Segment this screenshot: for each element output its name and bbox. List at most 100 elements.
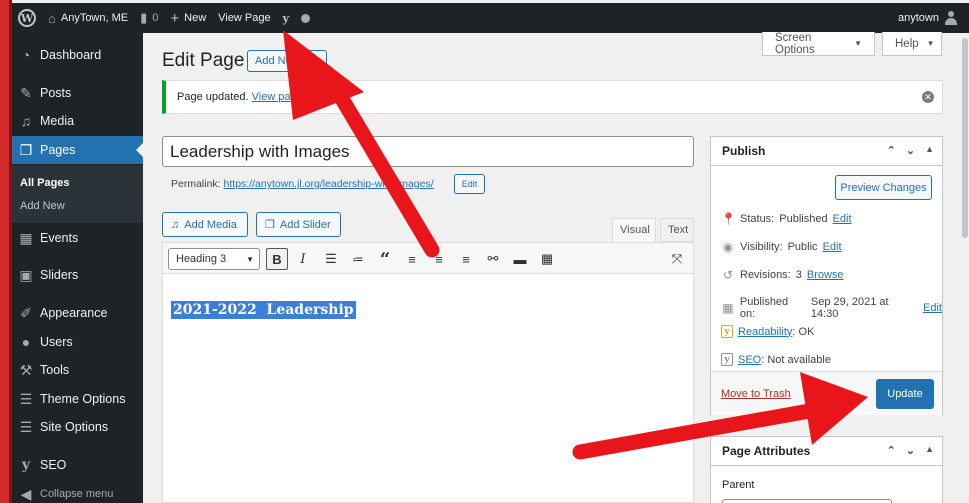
pages-icon: ❐: [19, 141, 33, 158]
triangle-up-icon[interactable]: ▲: [925, 444, 934, 457]
seo-link[interactable]: SEO: [738, 354, 761, 366]
published-date-row: ▦ Published on: Sep 29, 2021 at 14:30 Edit: [722, 296, 942, 320]
bullet-list-button[interactable]: ☰: [320, 248, 342, 270]
sidebar-item-theme-options[interactable]: ☰ Theme Options: [12, 385, 143, 413]
calendar-icon: ▦: [722, 301, 734, 315]
page-attributes-header: Page Attributes ⌃ ⌄ ▲: [711, 437, 942, 466]
publish-actions: Move to Trash Update: [711, 371, 942, 415]
pin-icon: 📍: [721, 212, 736, 226]
avatar-icon[interactable]: [945, 11, 957, 25]
numbered-list-button[interactable]: ≔: [347, 248, 369, 270]
wrench-icon: ⚒: [19, 361, 33, 378]
sidebar-item-users[interactable]: ● Users: [12, 328, 143, 356]
dashboard-icon: ◔: [21, 47, 31, 63]
status-row: 📍 Status: Published Edit: [721, 212, 852, 226]
dismiss-icon[interactable]: ✕: [922, 91, 934, 103]
sidebar-item-pages[interactable]: ❐ Pages: [12, 136, 143, 164]
update-button[interactable]: Update: [876, 379, 934, 409]
italic-button[interactable]: I: [292, 248, 314, 270]
seo-status-dot[interactable]: [295, 3, 316, 33]
triangle-up-icon[interactable]: ▲: [925, 144, 934, 157]
post-title-input[interactable]: Leadership with Images: [162, 136, 694, 167]
home-icon: ⌂: [48, 10, 56, 26]
sidebar-item-appearance[interactable]: ✐ Appearance: [12, 299, 143, 327]
sidebar-item-media[interactable]: ♫ Media: [12, 107, 143, 135]
seo-row: y SEO: Not available: [721, 353, 831, 366]
visibility-row: ◉ Visibility: Public Edit: [722, 240, 842, 254]
publish-box: Publish ⌃ ⌄ ▲ Preview Changes 📍 Status: Pu…: [710, 136, 943, 415]
chevron-down-icon[interactable]: ⌄: [906, 444, 915, 457]
media-icon: ♫: [171, 218, 180, 231]
edit-visibility-link[interactable]: Edit: [823, 241, 842, 253]
sidebar-item-site-options[interactable]: ☰ Site Options: [12, 413, 143, 441]
add-media-button[interactable]: ♫ Add Media: [162, 212, 248, 237]
caret-down-icon: ▼: [926, 39, 935, 48]
help-button[interactable]: Help ▼: [882, 32, 942, 56]
wordpress-icon: W: [18, 9, 36, 27]
sidebar-item-seo[interactable]: y SEO: [12, 451, 143, 479]
media-icon: ♫: [20, 113, 32, 129]
tab-visual[interactable]: Visual: [612, 218, 656, 242]
toolbar-toggle-button[interactable]: ▦: [536, 248, 558, 270]
list-icon: ☰: [19, 390, 33, 407]
blockquote-button[interactable]: “: [374, 248, 396, 270]
add-slider-button[interactable]: ❐ Add Slider: [256, 212, 341, 237]
view-page-link[interactable]: View Page: [212, 3, 276, 33]
readability-row: y Readability: OK: [721, 325, 814, 338]
preview-changes-button[interactable]: Preview Changes: [835, 175, 932, 200]
tab-text[interactable]: Text: [660, 218, 694, 242]
parent-label: Parent: [722, 479, 755, 491]
yoast-menu[interactable]: y: [277, 3, 295, 33]
eye-icon: ◉: [722, 240, 734, 254]
permalink: Permalink: https://anytown.jl.org/leader…: [171, 178, 434, 190]
chevron-up-icon[interactable]: ⌃: [887, 444, 896, 457]
edit-permalink-button[interactable]: Edit: [454, 174, 485, 194]
sidebar-item-tools[interactable]: ⚒ Tools: [12, 356, 143, 384]
submenu-all-pages[interactable]: All Pages: [20, 177, 70, 189]
new-content-link[interactable]: + New: [164, 3, 212, 33]
align-center-button[interactable]: ≡: [428, 248, 450, 270]
status-dot-icon: [300, 13, 310, 23]
permalink-url[interactable]: https://anytown.jl.org/leadership-with-i…: [224, 178, 434, 190]
view-page-link[interactable]: View page: [252, 91, 303, 103]
yoast-icon: y: [282, 11, 289, 25]
site-name-link[interactable]: ⌂ AnyTown, ME: [42, 3, 134, 33]
comments-link[interactable]: ▮ 0: [134, 3, 164, 33]
parent-select[interactable]: [722, 499, 892, 503]
update-notice: Page updated. View page ✕: [162, 80, 943, 114]
sidebar-item-sliders[interactable]: ▣ Sliders: [12, 261, 143, 289]
add-new-page-button[interactable]: Add New: [247, 50, 327, 72]
collapse-icon: ◀: [20, 485, 32, 502]
sidebar-item-events[interactable]: ▦ Events: [12, 224, 143, 252]
move-to-trash-link[interactable]: Move to Trash: [721, 388, 791, 400]
admin-bar: W ⌂ AnyTown, ME ▮ 0 + New View Page y anyto…: [12, 3, 969, 33]
sidebar-item-posts[interactable]: ✎ Posts: [12, 79, 143, 107]
edit-date-link[interactable]: Edit: [923, 302, 942, 314]
chevron-up-icon[interactable]: ⌃: [887, 144, 896, 157]
scrollbar-thumb[interactable]: [962, 38, 968, 238]
list-icon: ☰: [19, 418, 33, 435]
wp-logo-button[interactable]: W: [12, 3, 42, 33]
editor-content-area[interactable]: 2021-2022 Leadership: [162, 274, 694, 503]
read-more-button[interactable]: ▬: [509, 248, 531, 270]
pin-icon: ✎: [20, 84, 32, 101]
revisions-row: ↺ Revisions: 3 Browse: [722, 268, 844, 282]
slides-icon: ▣: [19, 266, 33, 283]
username-link[interactable]: anytown: [898, 12, 939, 24]
bold-button[interactable]: B: [266, 248, 288, 270]
submenu-add-new[interactable]: Add New: [20, 200, 65, 212]
collapse-menu-button[interactable]: ◀ Collapse menu: [12, 480, 143, 503]
align-right-button[interactable]: ≡: [455, 248, 477, 270]
align-left-button[interactable]: ≡: [401, 248, 423, 270]
chevron-down-icon[interactable]: ⌄: [906, 144, 915, 157]
edit-status-link[interactable]: Edit: [833, 213, 852, 225]
readability-link[interactable]: Readability: [738, 326, 792, 338]
browse-revisions-link[interactable]: Browse: [807, 269, 844, 281]
fullscreen-button[interactable]: ⤧: [666, 248, 688, 270]
format-select[interactable]: Heading 3 ▼: [168, 248, 260, 270]
screen-options-button[interactable]: Screen Options ▼: [762, 32, 875, 56]
content-heading[interactable]: 2021-2022 Leadership: [171, 301, 356, 319]
sidebar-item-dashboard[interactable]: ◔ Dashboard: [12, 41, 143, 69]
calendar-icon: ▦: [19, 229, 33, 246]
link-button[interactable]: ⚯: [482, 248, 504, 270]
